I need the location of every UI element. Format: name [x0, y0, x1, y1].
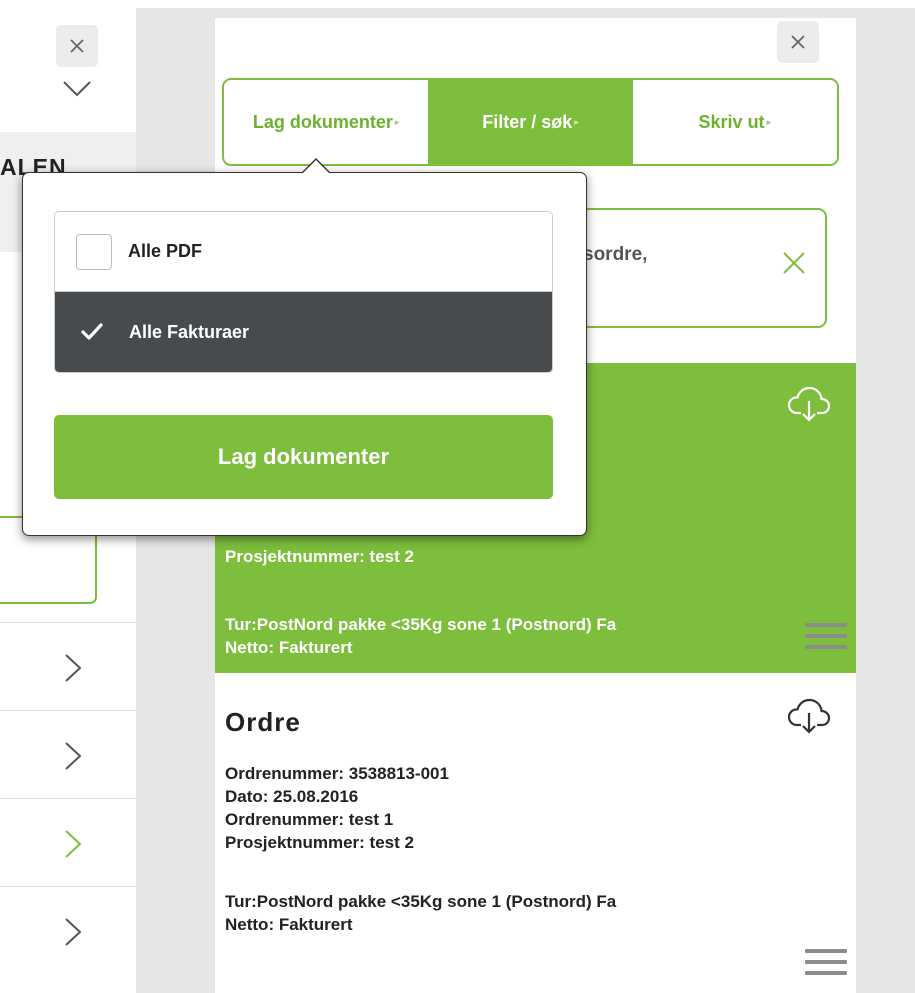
menu-icon[interactable] [805, 949, 847, 982]
card-order-number-2: Ordrenummer: test 1 [225, 810, 394, 829]
card-net: Netto: Fakturert [225, 915, 353, 934]
checkbox-unchecked[interactable] [76, 233, 112, 270]
create-documents-button[interactable]: Lag dokumenter [54, 415, 553, 499]
chevron-right-icon [65, 654, 82, 682]
tab-label: Lag dokumenter [252, 111, 393, 132]
document-type-options: Alle PDF Alle Fakturaer [54, 211, 553, 373]
card-project-number: Prosjektnummer: test 2 [225, 547, 414, 566]
option-label: Alle PDF [128, 241, 203, 261]
popover-arrow-fill [302, 160, 330, 174]
document-card[interactable]: Ordre Ordrenummer: 3538813-001 Dato: 25.… [215, 673, 856, 993]
tab-marker-icon: ▸ [574, 116, 579, 127]
search-value: sordre, [583, 244, 648, 265]
tab-label: Filter / søk [482, 111, 573, 132]
create-documents-popover: Alle PDF Alle Fakturaer Lag dokumenter [22, 158, 587, 536]
close-icon [791, 35, 805, 49]
tab-filter-sok[interactable]: Filter / søk ▸ [428, 80, 633, 164]
card-tour: Tur:PostNord pakke <35Kg sone 1 (Postnor… [225, 615, 617, 634]
option-alle-fakturaer[interactable]: Alle Fakturaer [55, 292, 552, 372]
card-net: Netto: Fakturert [225, 638, 353, 657]
clear-icon[interactable] [781, 250, 807, 276]
top-strip [0, 0, 915, 8]
tab-skriv-ut[interactable]: Skriv ut ▸ [633, 80, 837, 164]
menu-icon[interactable] [805, 623, 847, 656]
close-icon [70, 39, 84, 53]
checkmark-icon[interactable] [81, 323, 107, 341]
option-alle-pdf[interactable]: Alle PDF [55, 212, 552, 292]
card-project-number: Prosjektnummer: test 2 [225, 833, 414, 852]
card-order-number: Ordrenummer: 3538813-001 [225, 764, 449, 783]
chevron-right-icon [65, 742, 82, 770]
tab-marker-icon: ▸ [766, 116, 772, 127]
card-date: Dato: 25.08.2016 [225, 787, 359, 806]
left-close-button[interactable] [56, 25, 98, 67]
cloud-download-icon[interactable] [787, 697, 831, 735]
left-list-item[interactable] [0, 622, 136, 711]
left-list-item[interactable] [0, 710, 136, 799]
tab-bar: Lag dokumenter ▸ Filter / søk ▸ Skriv ut ▸ [222, 78, 839, 166]
tab-label: Skriv ut [698, 111, 765, 132]
tab-lag-dokumenter[interactable]: Lag dokumenter ▸ [224, 80, 428, 164]
tab-marker-icon: ▸ [394, 116, 400, 127]
chevron-right-icon [65, 918, 82, 946]
left-list-item[interactable] [0, 886, 136, 975]
option-label: Alle Fakturaer [129, 321, 250, 342]
card-tour: Tur:PostNord pakke <35Kg sone 1 (Postnor… [225, 892, 617, 911]
chevron-down-icon[interactable] [62, 80, 92, 98]
left-list-item-active[interactable] [0, 798, 136, 887]
card-title: Ordre [225, 707, 301, 737]
right-close-button[interactable] [777, 21, 819, 63]
cloud-download-icon[interactable] [787, 385, 831, 423]
chevron-right-icon [65, 830, 82, 858]
